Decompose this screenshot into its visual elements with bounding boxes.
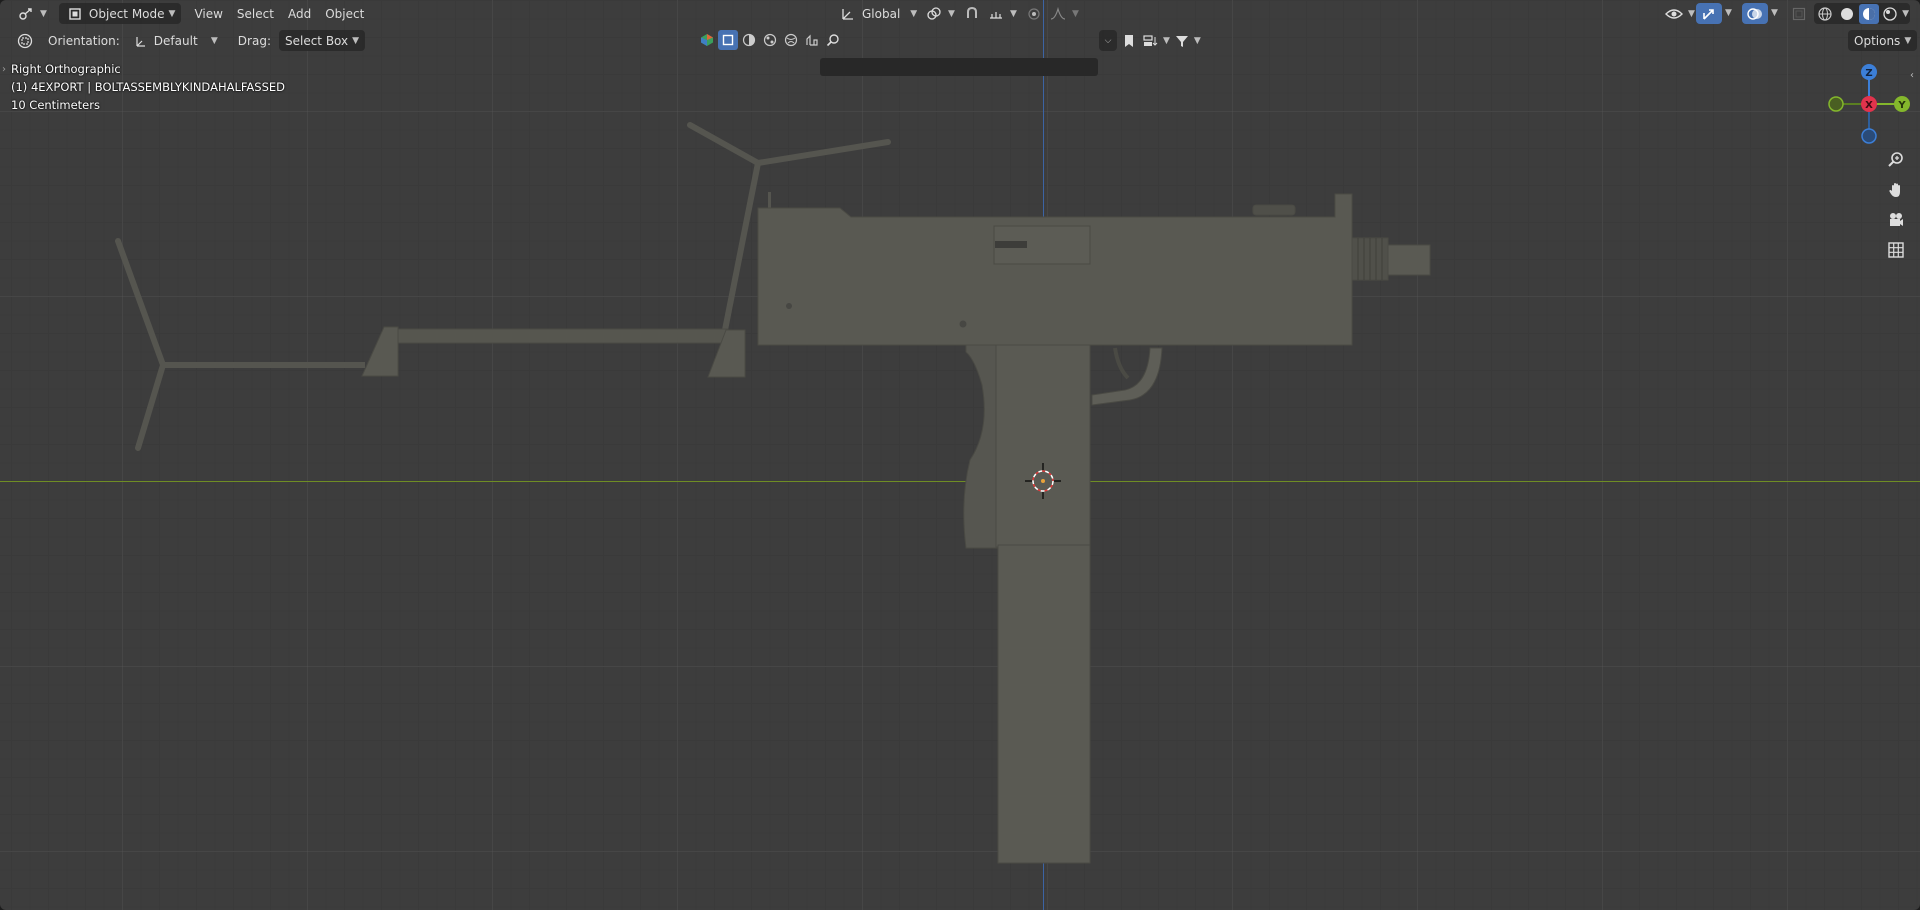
editor-type-icon [16, 4, 36, 24]
pivot-icon [924, 4, 944, 24]
menu-object[interactable]: Object [318, 3, 371, 24]
3d-model[interactable] [0, 0, 1920, 910]
scene-collection-icon[interactable] [697, 30, 717, 50]
object-type-visibility-group [697, 30, 843, 50]
hand-pan-icon [1886, 180, 1906, 200]
neg-y-axis-handle [1828, 96, 1844, 112]
navigation-gizmo[interactable]: Z Y X [1820, 60, 1920, 146]
gizmo-x-label: X [1865, 100, 1873, 111]
material-shading-icon[interactable] [1858, 3, 1879, 24]
orientation-gizmo-icon [130, 31, 150, 51]
other-filter-icon[interactable] [802, 30, 822, 50]
viewport-header: ▼ Object Mode ▼ View Select Add Object G… [0, 0, 1920, 27]
filter-group: ⌵ ▼ ▼ [1099, 30, 1201, 51]
chevron-down-icon: ▼ [168, 8, 176, 19]
editor-type-button[interactable]: ▼ [10, 3, 53, 24]
solid-shading-icon[interactable] [1837, 4, 1857, 24]
falloff-curve-icon [1048, 4, 1068, 24]
pan-button[interactable] [1882, 176, 1910, 204]
search-input[interactable] [820, 58, 1098, 76]
orientation-value: Default [153, 33, 198, 48]
toggle-ortho-button[interactable] [1882, 236, 1910, 264]
filter-dropdown[interactable]: ⌵ [1099, 30, 1117, 51]
object-mode-icon [65, 4, 85, 24]
orientation-dropdown[interactable]: Default ▼ [124, 30, 224, 51]
shading-mode-group: ▼ [1814, 3, 1910, 24]
camera-icon [1886, 210, 1906, 230]
overlay-icon [1745, 4, 1765, 24]
orientation-label: Global [862, 6, 901, 21]
tool-settings-bar: Orientation: Default ▼ Drag: Select Box … [0, 27, 1920, 76]
xray-toggle[interactable] [1788, 3, 1810, 24]
sidebar-toggle[interactable]: ‹ [1910, 70, 1914, 81]
drag-value: Select Box [284, 33, 349, 48]
filter-icon[interactable] [1172, 31, 1192, 51]
snap-icon [962, 4, 982, 24]
neg-z-axis-handle [1861, 128, 1877, 144]
xray-icon [1789, 4, 1809, 24]
rendered-shading-icon[interactable] [1880, 4, 1900, 24]
mode-selector[interactable]: Object Mode ▼ [58, 3, 182, 24]
sort-icon[interactable] [1141, 31, 1161, 51]
mode-label: Object Mode [88, 6, 165, 21]
zoom-button[interactable] [1882, 146, 1910, 174]
camera-view-button[interactable] [1882, 206, 1910, 234]
gizmo-y-label: Y [1897, 100, 1906, 111]
selectability-visibility-button[interactable]: ▼ [1658, 3, 1701, 24]
object-info: (1) 4EXPORT | BOLTASSEMBLYKINDAHALFASSED [11, 80, 286, 94]
3d-viewport[interactable]: ▼ Object Mode ▼ View Select Add Object G… [0, 0, 1920, 910]
overlays-toggle[interactable] [1742, 3, 1768, 24]
transform-orientation-selector[interactable]: Global ▼ [832, 3, 923, 24]
scale-info: 10 Centimeters [11, 98, 100, 112]
menu-add[interactable]: Add [281, 3, 318, 24]
pivot-point-selector[interactable]: ▼ [918, 3, 961, 24]
transform-gizmo-icon [1699, 4, 1719, 24]
menu-view[interactable]: View [187, 3, 229, 24]
snap-increment-icon [986, 4, 1006, 24]
select-tool-icon [15, 31, 35, 51]
transform-gizmo-toggle[interactable] [1696, 3, 1722, 24]
active-tool-button[interactable] [14, 30, 36, 51]
search-icon [823, 30, 843, 50]
light-filter-icon[interactable] [739, 30, 759, 50]
camera-filter-icon[interactable] [760, 30, 780, 50]
proportional-edit-icon [1024, 4, 1044, 24]
snap-toggle[interactable]: ▼ [956, 3, 1023, 24]
menu-select[interactable]: Select [230, 3, 281, 24]
proportional-edit-toggle[interactable]: ▼ [1018, 3, 1085, 24]
toolbar-toggle[interactable]: › [2, 64, 6, 75]
visibility-icon [1664, 4, 1684, 24]
grid-view-icon [1886, 240, 1906, 260]
orientation-label: Orientation: [48, 33, 120, 48]
drag-label: Drag: [237, 33, 271, 48]
mesh-filter-icon[interactable] [718, 30, 738, 50]
options-button[interactable]: Options ▼ [1848, 30, 1918, 51]
options-label: Options [1854, 33, 1901, 48]
view-name: Right Orthographic [11, 62, 121, 76]
bookmark-icon[interactable] [1119, 31, 1139, 51]
wireframe-shading-icon[interactable] [1815, 4, 1835, 24]
gizmo-z-label: Z [1865, 68, 1872, 79]
zoom-icon [1886, 150, 1906, 170]
drag-dropdown[interactable]: Select Box ▼ [278, 30, 366, 51]
world-filter-icon[interactable] [781, 30, 801, 50]
orientation-axis-icon [838, 4, 858, 24]
